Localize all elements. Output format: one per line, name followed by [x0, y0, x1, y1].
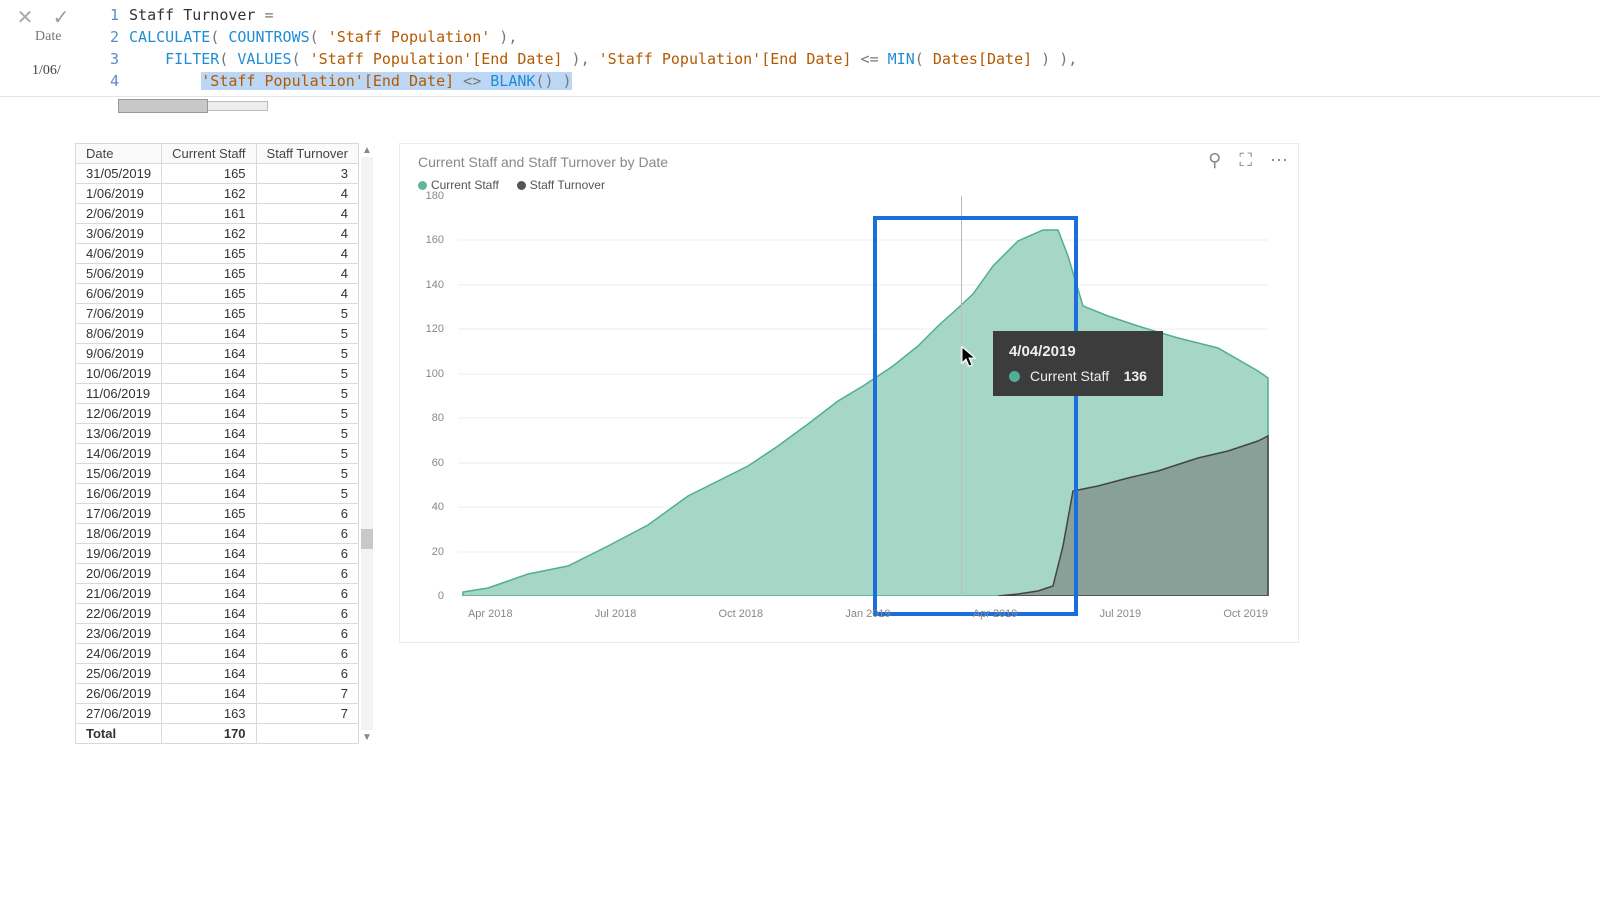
table-row[interactable]: 4/06/20191654 — [76, 244, 359, 264]
table-header[interactable]: Current Staff — [162, 144, 256, 164]
table-row[interactable]: 23/06/20191646 — [76, 624, 359, 644]
table-row[interactable]: 25/06/20191646 — [76, 664, 359, 684]
chart-tooltip: 4/04/2019 Current Staff 136 — [993, 331, 1163, 396]
formula-editor[interactable]: Staff Turnover = CALCULATE( COUNTROWS( '… — [129, 4, 1077, 92]
table-row[interactable]: 21/06/20191646 — [76, 584, 359, 604]
table-row[interactable]: 13/06/20191645 — [76, 424, 359, 444]
tooltip-value: 136 — [1124, 368, 1147, 384]
hover-guideline — [961, 196, 962, 596]
table-header[interactable]: Date — [76, 144, 162, 164]
table-row[interactable]: 17/06/20191656 — [76, 504, 359, 524]
chart-visual[interactable]: Current Staff and Staff Turnover by Date… — [399, 143, 1299, 643]
chart-plot-area[interactable]: 020406080100120140160180 — [418, 196, 1278, 626]
table-row[interactable]: 5/06/20191654 — [76, 264, 359, 284]
formula-bar: ✕ ✓ Date 1/06/ 1234 Staff Turnover = CAL… — [0, 0, 1600, 97]
table-row[interactable]: 8/06/20191645 — [76, 324, 359, 344]
table-header[interactable]: Staff Turnover — [256, 144, 358, 164]
tooltip-date: 4/04/2019 — [1009, 343, 1147, 360]
table-total-row: Total 170 — [76, 724, 359, 744]
legend-dot-current-staff — [418, 181, 427, 190]
table-row[interactable]: 31/05/20191653 — [76, 164, 359, 184]
table-row[interactable]: 1/06/20191624 — [76, 184, 359, 204]
more-options-icon[interactable]: ⋯ — [1270, 150, 1288, 171]
x-axis: Apr 2018Jul 2018Oct 2018Jan 2019Apr 2019… — [458, 608, 1278, 620]
mouse-cursor-icon — [961, 346, 981, 366]
table-row[interactable]: 24/06/20191646 — [76, 644, 359, 664]
table-row[interactable]: 19/06/20191646 — [76, 544, 359, 564]
table-vscroll[interactable]: ▲ ▼ — [361, 143, 373, 744]
table-row[interactable]: 26/06/20191647 — [76, 684, 359, 704]
row-label: Date — [35, 26, 61, 48]
table-row[interactable]: 3/06/20191624 — [76, 224, 359, 244]
table-row[interactable]: 11/06/20191645 — [76, 384, 359, 404]
scroll-up-icon[interactable]: ▲ — [361, 143, 373, 157]
row-value: 1/06/ — [32, 60, 61, 82]
chart-title: Current Staff and Staff Turnover by Date — [418, 154, 1280, 170]
confirm-icon[interactable]: ✓ — [50, 6, 72, 28]
table-row[interactable]: 7/06/20191655 — [76, 304, 359, 324]
table-row[interactable]: 16/06/20191645 — [76, 484, 359, 504]
table-row[interactable]: 10/06/20191645 — [76, 364, 359, 384]
table-row[interactable]: 22/06/20191646 — [76, 604, 359, 624]
scroll-thumb[interactable] — [361, 529, 373, 549]
tooltip-series-name: Current Staff — [1030, 368, 1109, 384]
table-row[interactable]: 20/06/20191646 — [76, 564, 359, 584]
table-row[interactable]: 14/06/20191645 — [76, 444, 359, 464]
table-row[interactable]: 12/06/20191645 — [76, 404, 359, 424]
table-visual[interactable]: DateCurrent StaffStaff Turnover 31/05/20… — [75, 143, 359, 744]
cancel-icon[interactable]: ✕ — [14, 6, 36, 28]
table-row[interactable]: 18/06/20191646 — [76, 524, 359, 544]
legend-dot-staff-turnover — [517, 181, 526, 190]
scroll-down-icon[interactable]: ▼ — [361, 730, 373, 744]
focus-mode-icon[interactable]: ⛶ — [1239, 150, 1252, 171]
formula-line-gutter: Date 1/06/ 1234 — [80, 4, 129, 92]
formula-hscroll[interactable] — [118, 99, 268, 113]
table-row[interactable]: 15/06/20191645 — [76, 464, 359, 484]
filter-icon[interactable]: ⚲ — [1208, 150, 1221, 171]
table-row[interactable]: 6/06/20191654 — [76, 284, 359, 304]
tooltip-series-dot — [1009, 371, 1020, 382]
chart-legend: Current Staff Staff Turnover — [418, 178, 1280, 192]
table-row[interactable]: 27/06/20191637 — [76, 704, 359, 724]
table-row[interactable]: 9/06/20191645 — [76, 344, 359, 364]
table-row[interactable]: 2/06/20191614 — [76, 204, 359, 224]
